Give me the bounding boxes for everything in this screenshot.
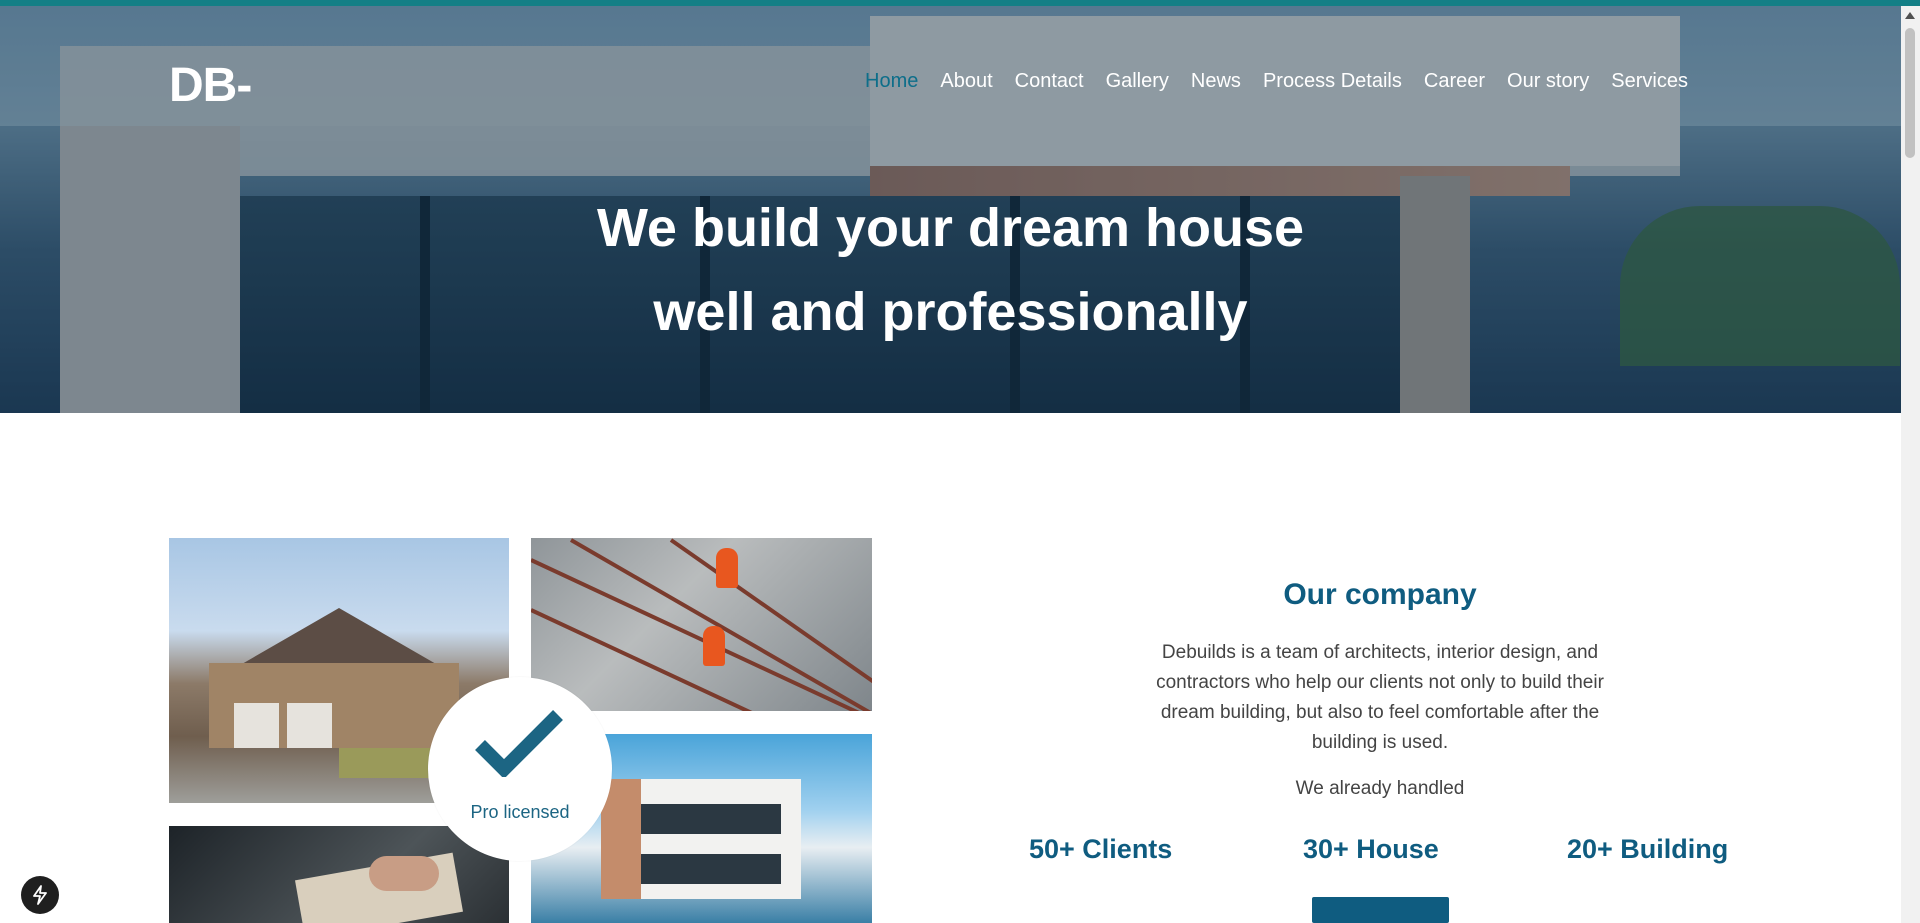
nav-our-story[interactable]: Our story	[1507, 70, 1589, 93]
stat-house: 30+ House	[1303, 834, 1439, 864]
hero-title-line-2: well and professionally	[653, 282, 1248, 342]
bolt-icon	[33, 885, 47, 905]
building-window	[621, 804, 781, 834]
nav-process-details[interactable]: Process Details	[1263, 70, 1402, 93]
handled-label: We already handled	[1295, 778, 1465, 799]
worker	[716, 548, 738, 588]
stat-clients: 50+ Clients	[1029, 834, 1173, 864]
hero-title: We build your dream house well and profe…	[0, 186, 1901, 354]
cta-button[interactable]	[1312, 897, 1449, 923]
hand	[369, 856, 439, 891]
architect-drawing-photo	[169, 826, 509, 923]
garage-door	[234, 703, 279, 748]
pro-licensed-badge: Pro licensed	[428, 677, 612, 861]
nav-about[interactable]: About	[940, 70, 992, 93]
stats-row: 50+ Clients 30+ House 20+ Building	[1000, 834, 1760, 868]
house-roof	[235, 608, 443, 668]
garage-door	[287, 703, 332, 748]
scrollbar-thumb[interactable]	[1905, 28, 1915, 158]
stat-building: 20+ Building	[1567, 834, 1729, 864]
nav-services[interactable]: Services	[1611, 70, 1688, 93]
site-logo[interactable]: DB-	[169, 58, 252, 113]
nav-gallery[interactable]: Gallery	[1106, 70, 1169, 93]
nav-news[interactable]: News	[1191, 70, 1241, 93]
nav-contact[interactable]: Contact	[1015, 70, 1084, 93]
badge-label: Pro licensed	[470, 802, 570, 822]
nav-home[interactable]: Home	[865, 70, 918, 93]
scroll-up-arrow-icon[interactable]	[1905, 12, 1915, 19]
company-description: Debuilds is a team of architects, interi…	[1156, 642, 1604, 753]
top-accent-line	[0, 0, 1920, 6]
hero-title-line-1: We build your dream house	[596, 198, 1305, 258]
rebar	[669, 538, 872, 711]
building-window	[621, 854, 781, 884]
main-nav: Home About Contact Gallery News Process …	[865, 70, 1710, 93]
section-title: Our company	[1283, 578, 1477, 611]
check-icon	[475, 710, 563, 777]
floating-action-button[interactable]	[21, 876, 59, 914]
construction-site-photo	[531, 538, 872, 711]
worker	[703, 626, 725, 666]
nav-career[interactable]: Career	[1424, 70, 1485, 93]
